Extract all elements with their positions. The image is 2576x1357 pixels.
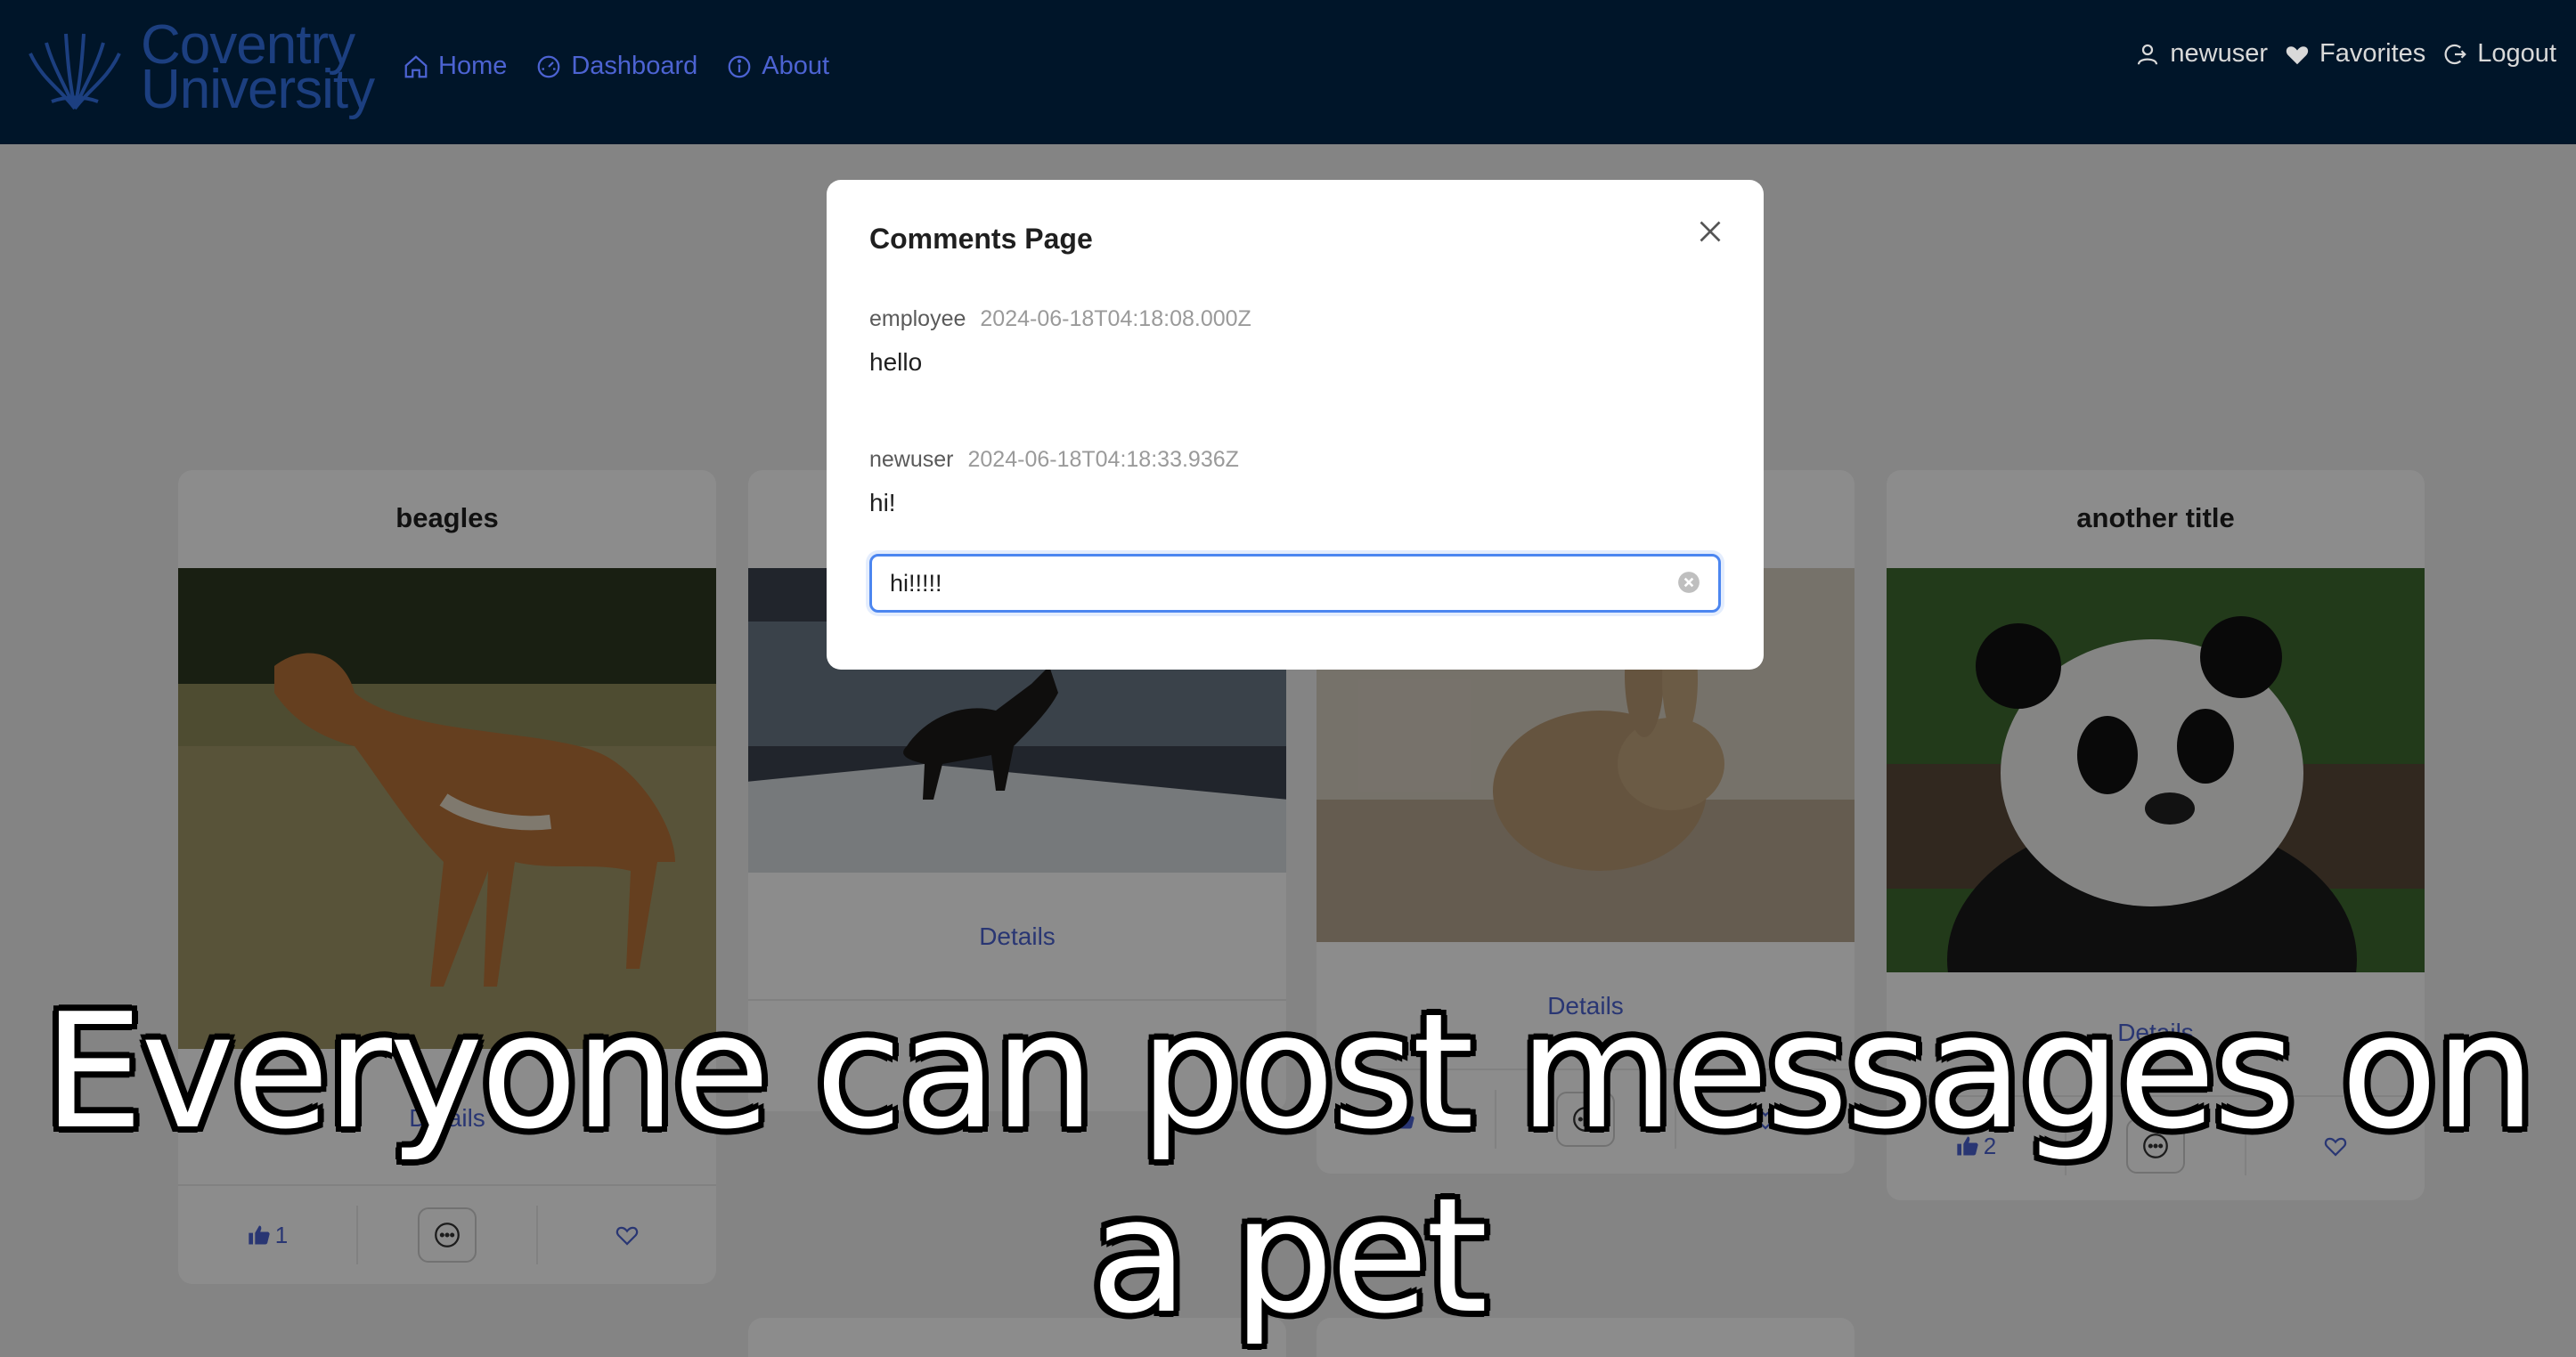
- university-logo[interactable]: Coventry University: [25, 18, 375, 119]
- comment-timestamp: 2024-06-18T04:18:08.000Z: [980, 306, 1251, 331]
- nav-dashboard-label: Dashboard: [571, 52, 698, 80]
- comment-input-wrapper: [869, 554, 1721, 613]
- info-icon: [728, 55, 751, 77]
- nav-user-label: newuser: [2170, 39, 2269, 68]
- comment-author: newuser: [869, 447, 954, 472]
- nav-about[interactable]: About: [726, 52, 829, 81]
- main-nav: Home Dashboard About: [403, 52, 829, 81]
- video-caption: Everyone can post messages on a pet: [43, 979, 2536, 1348]
- nav-favorites[interactable]: Favorites: [2284, 39, 2425, 69]
- top-navbar: Coventry University Home Dashboard About…: [0, 0, 2576, 144]
- comment-text: hello: [869, 348, 923, 376]
- heart-icon: [2286, 45, 2309, 64]
- nav-favorites-label: Favorites: [2319, 39, 2426, 68]
- logout-icon: [2444, 44, 2467, 64]
- comment-text: hi!: [869, 489, 896, 516]
- nav-logout-label: Logout: [2477, 39, 2556, 68]
- comment-meta: employee 2024-06-18T04:18:08.000Z: [869, 306, 1251, 332]
- dashboard-icon: [537, 55, 560, 77]
- nav-about-label: About: [762, 52, 830, 80]
- nav-user[interactable]: newuser: [2134, 39, 2268, 69]
- phoenix-logo-icon: [29, 33, 121, 110]
- home-icon: [404, 54, 428, 77]
- comment-input[interactable]: [890, 557, 1656, 610]
- modal-title: Comments Page: [869, 223, 1093, 255]
- user-nav: newuser Favorites Logout: [2134, 39, 2556, 69]
- clear-input-icon[interactable]: [1677, 571, 1700, 594]
- logo-text-university: University: [141, 59, 375, 120]
- nav-dashboard[interactable]: Dashboard: [535, 52, 697, 81]
- nav-home[interactable]: Home: [403, 52, 507, 81]
- user-icon: [2138, 44, 2158, 65]
- close-icon[interactable]: [1694, 215, 1726, 248]
- nav-logout[interactable]: Logout: [2441, 39, 2556, 69]
- comment-meta: newuser 2024-06-18T04:18:33.936Z: [869, 447, 1239, 473]
- logo-wordmark: Coventry University: [141, 18, 375, 120]
- comments-modal: Comments Page employee 2024-06-18T04:18:…: [827, 180, 1764, 670]
- nav-home-label: Home: [438, 52, 508, 80]
- comment-item: employee 2024-06-18T04:18:08.000Z hello: [869, 306, 1251, 377]
- comment-author: employee: [869, 306, 966, 331]
- comment-item: newuser 2024-06-18T04:18:33.936Z hi!: [869, 447, 1239, 517]
- comment-timestamp: 2024-06-18T04:18:33.936Z: [967, 447, 1239, 472]
